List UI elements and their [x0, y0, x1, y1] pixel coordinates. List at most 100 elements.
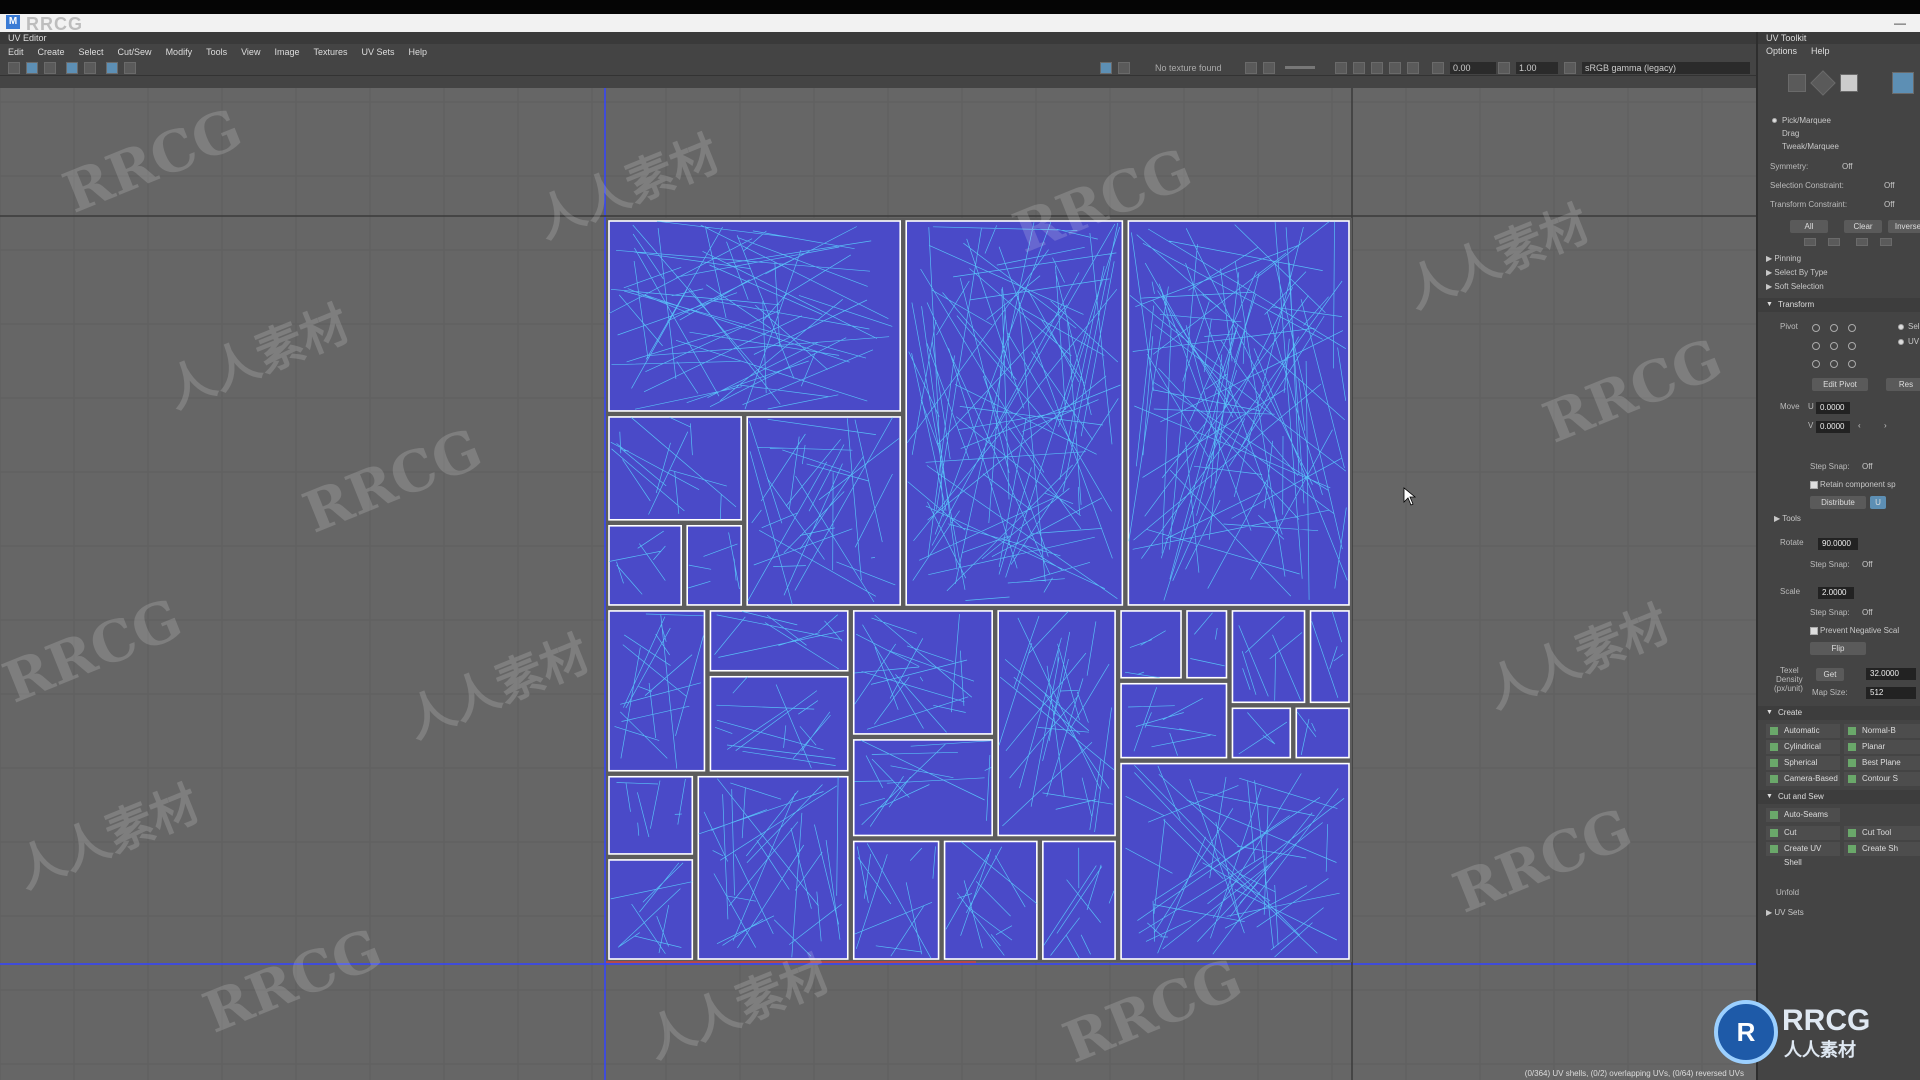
menu-tools[interactable]: Tools [206, 47, 227, 57]
uv-select-icon[interactable] [26, 62, 38, 74]
tools-section[interactable]: ▶ Tools [1774, 514, 1801, 523]
shrink-selection-icon[interactable] [1804, 238, 1816, 246]
create-section-header[interactable]: ▼ Create [1758, 706, 1920, 720]
layout-icon[interactable] [84, 62, 96, 74]
select-by-type-section[interactable]: ▶ Select By Type [1766, 268, 1828, 277]
cut-button[interactable]: Cut [1766, 826, 1840, 840]
edit-pivot-button[interactable]: Edit Pivot [1812, 378, 1868, 391]
dim-icon[interactable] [1245, 62, 1257, 74]
menu-view[interactable]: View [241, 47, 260, 57]
distortion-icon[interactable] [1389, 62, 1401, 74]
cut-sew-section-header[interactable]: ▼ Cut and Sew [1758, 790, 1920, 804]
transform-section-header[interactable]: ▼ Transform [1758, 298, 1920, 312]
select-all-button[interactable]: All [1790, 220, 1828, 233]
normal-based-button[interactable]: Normal-B [1844, 724, 1920, 738]
isolate-icon[interactable] [1353, 62, 1365, 74]
contour-stretch-button[interactable]: Contour S [1844, 772, 1920, 786]
menu-cut-sew[interactable]: Cut/Sew [118, 47, 152, 57]
pivot-radio[interactable] [1812, 324, 1820, 332]
select-shell-icon[interactable] [1856, 238, 1868, 246]
spherical-projection-button[interactable]: Spherical [1766, 756, 1840, 770]
rotate-step-snap-dropdown[interactable]: Off [1862, 560, 1873, 569]
cylindrical-projection-button[interactable]: Cylindrical [1766, 740, 1840, 754]
fit-icon[interactable] [1335, 62, 1347, 74]
pivot-selection-radio[interactable] [1898, 324, 1904, 330]
menu-select[interactable]: Select [79, 47, 104, 57]
soft-selection-section[interactable]: ▶ Soft Selection [1766, 282, 1824, 291]
prevent-negative-scale-checkbox[interactable] [1810, 627, 1818, 635]
brightness-slider[interactable] [1285, 66, 1315, 69]
distribute-button[interactable]: Distribute [1810, 496, 1866, 509]
select-border-icon[interactable] [1880, 238, 1892, 246]
reset-pivot-button[interactable]: Res [1886, 378, 1920, 391]
checker-display-icon[interactable] [1118, 62, 1130, 74]
move-v-field[interactable]: 0.0000 [1816, 421, 1850, 433]
mode-pick-marquee[interactable]: Pick/Marquee [1782, 116, 1831, 125]
best-plane-button[interactable]: Best Plane [1844, 756, 1920, 770]
cut-tool-button[interactable]: Cut Tool [1844, 826, 1920, 840]
snapshot-icon[interactable] [124, 62, 136, 74]
uv-sets-section[interactable]: ▶ UV Sets [1766, 908, 1804, 917]
pivot-radio[interactable] [1812, 360, 1820, 368]
color-space-select[interactable]: sRGB gamma (legacy) [1582, 62, 1750, 74]
uv-shell-mode-icon[interactable] [1892, 72, 1914, 94]
pivot-uv-radio[interactable] [1898, 339, 1904, 345]
distribute-u-button[interactable]: U [1870, 496, 1886, 509]
select-inverse-button[interactable]: Inverse [1888, 220, 1920, 233]
retain-component-checkbox[interactable] [1810, 481, 1818, 489]
mode-tweak-marquee[interactable]: Tweak/Marquee [1782, 142, 1839, 151]
vertex-mode-icon[interactable] [1788, 74, 1806, 92]
move-u-field[interactable]: 0.0000 [1816, 402, 1850, 414]
menu-modify[interactable]: Modify [166, 47, 193, 57]
exposure-field[interactable]: 0.00 [1450, 62, 1496, 74]
filter-icon[interactable] [1263, 62, 1275, 74]
texture-toggle-icon[interactable] [1100, 62, 1112, 74]
face-mode-icon[interactable] [1840, 74, 1858, 92]
pivot-radio[interactable] [1830, 360, 1838, 368]
automatic-projection-button[interactable]: Automatic [1766, 724, 1840, 738]
gamma-field[interactable]: 1.00 [1516, 62, 1558, 74]
selection-constraint-dropdown[interactable]: Off [1884, 181, 1895, 190]
texel-get-button[interactable]: Get [1816, 668, 1844, 681]
pivot-radio[interactable] [1812, 342, 1820, 350]
select-clear-button[interactable]: Clear [1844, 220, 1882, 233]
create-shell-grid-button[interactable]: Create Sh [1844, 842, 1920, 856]
menu-image[interactable]: Image [274, 47, 299, 57]
menu-edit[interactable]: Edit [8, 47, 24, 57]
grow-selection-icon[interactable] [1828, 238, 1840, 246]
menu-textures[interactable]: Textures [313, 47, 347, 57]
texel-density-field[interactable]: 32.0000 [1866, 668, 1916, 680]
edge-mode-icon[interactable] [1810, 70, 1836, 96]
image-icon[interactable] [44, 62, 56, 74]
map-size-field[interactable]: 512 [1866, 687, 1916, 699]
checker-icon[interactable] [106, 62, 118, 74]
menu-create[interactable]: Create [38, 47, 65, 57]
flip-button[interactable]: Flip [1810, 642, 1866, 655]
auto-seams-button[interactable]: Auto-Seams [1766, 808, 1840, 822]
color-management-icon[interactable] [1564, 62, 1576, 74]
gamma-icon[interactable] [1498, 62, 1510, 74]
scale-step-snap-dropdown[interactable]: Off [1862, 608, 1873, 617]
create-uv-shell-button[interactable]: Create UV Shell [1766, 842, 1840, 867]
pivot-radio[interactable] [1830, 324, 1838, 332]
menu-help[interactable]: Help [409, 47, 428, 57]
pivot-radio[interactable] [1830, 342, 1838, 350]
pivot-radio[interactable] [1848, 324, 1856, 332]
move-left-icon[interactable]: ‹ [1858, 421, 1861, 430]
toolkit-menu-help[interactable]: Help [1811, 44, 1830, 58]
pinning-section[interactable]: ▶ Pinning [1766, 254, 1801, 263]
menu-uv-sets[interactable]: UV Sets [361, 47, 394, 57]
move-right-icon[interactable]: › [1884, 421, 1887, 430]
exposure-icon[interactable] [1432, 62, 1444, 74]
grid-icon[interactable] [66, 62, 78, 74]
shaded-icon[interactable] [1371, 62, 1383, 74]
camera-based-button[interactable]: Camera-Based [1766, 772, 1840, 786]
uv-shell-icon[interactable] [8, 62, 20, 74]
scale-field[interactable]: 2.0000 [1818, 587, 1854, 599]
pick-marquee-radio[interactable] [1772, 118, 1777, 123]
mode-drag[interactable]: Drag [1782, 129, 1799, 138]
minimize-icon[interactable]: — [1894, 16, 1906, 30]
rotate-field[interactable]: 90.0000 [1818, 538, 1858, 550]
uv-viewport[interactable]: RRCG 人人素材 RRCG 人人素材 人人素材 RRCG RRCG RRCG … [0, 88, 1756, 1080]
move-step-snap-dropdown[interactable]: Off [1862, 462, 1873, 471]
